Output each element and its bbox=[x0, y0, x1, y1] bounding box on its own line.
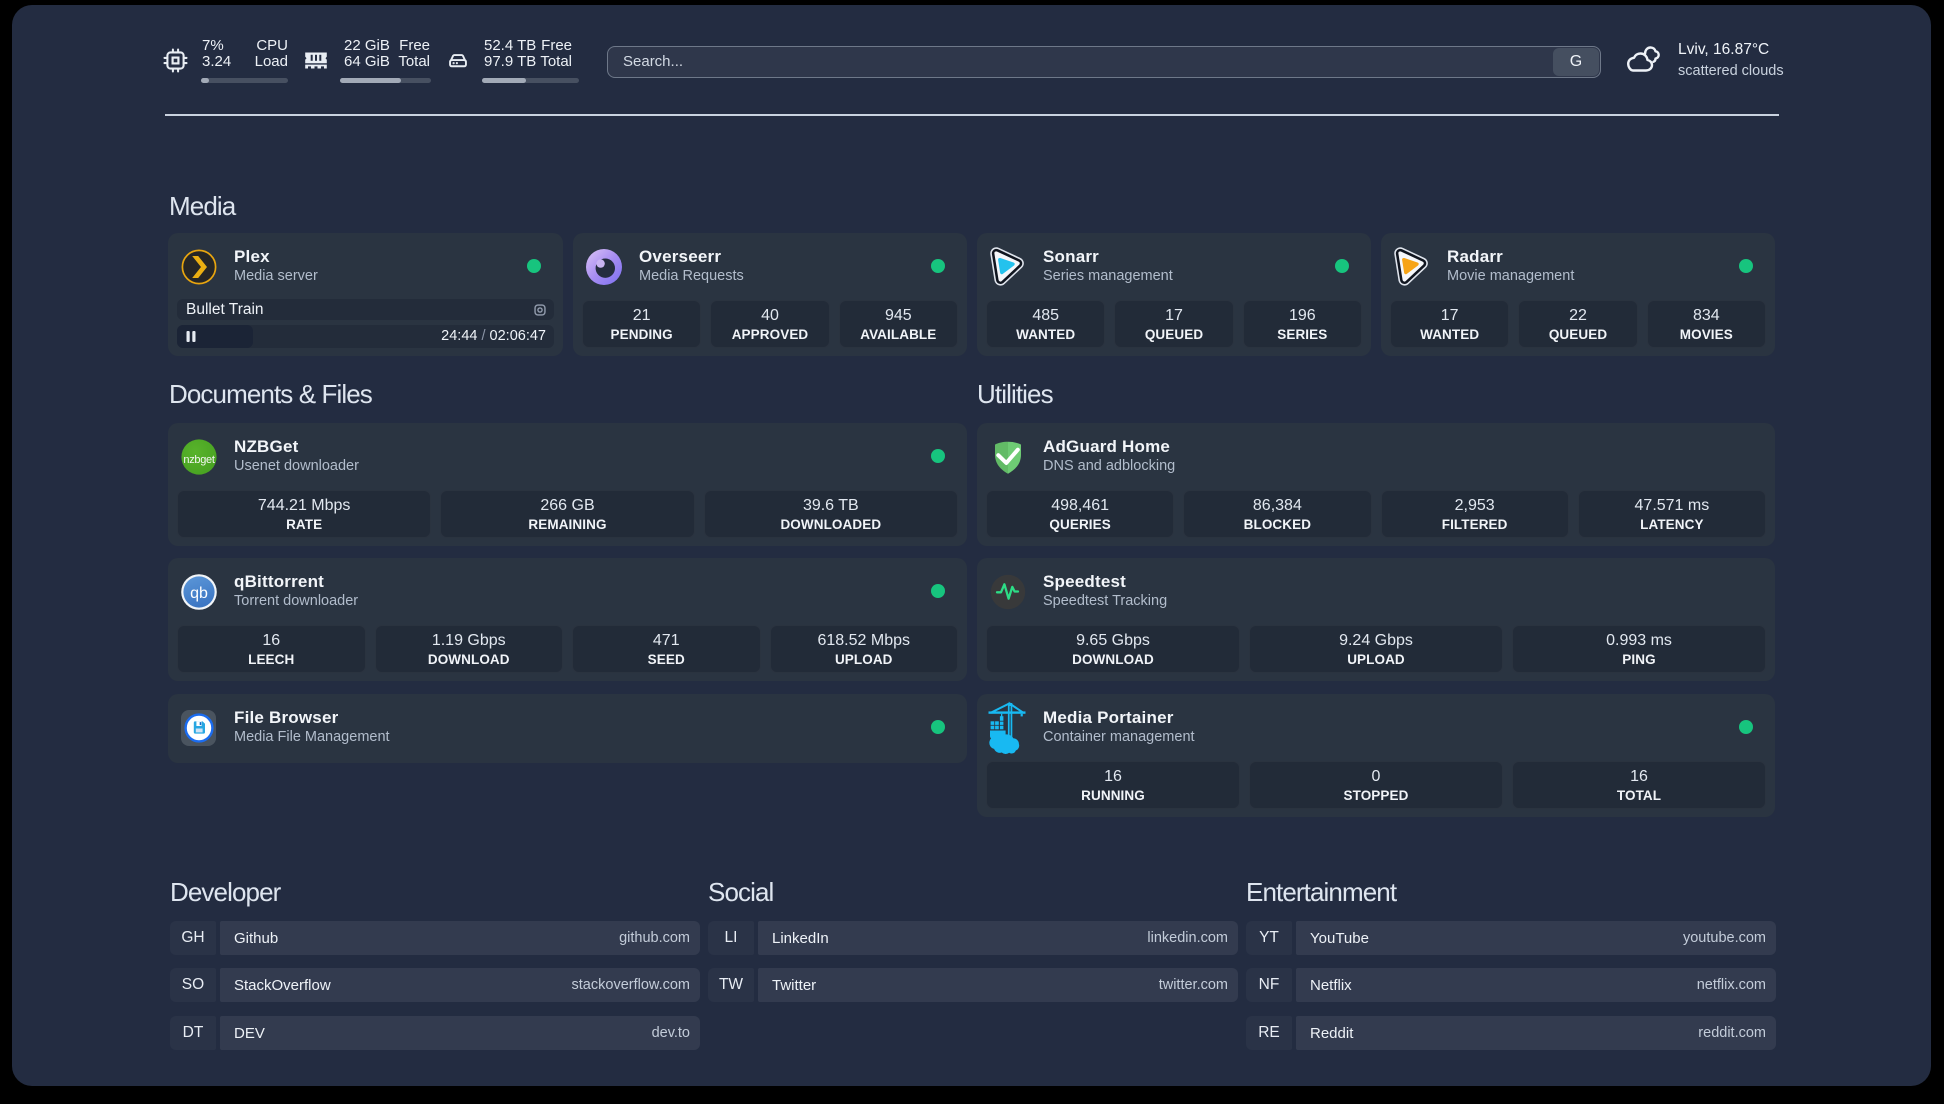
svg-text:qb: qb bbox=[190, 585, 208, 602]
svg-text:nzbget: nzbget bbox=[183, 454, 214, 466]
